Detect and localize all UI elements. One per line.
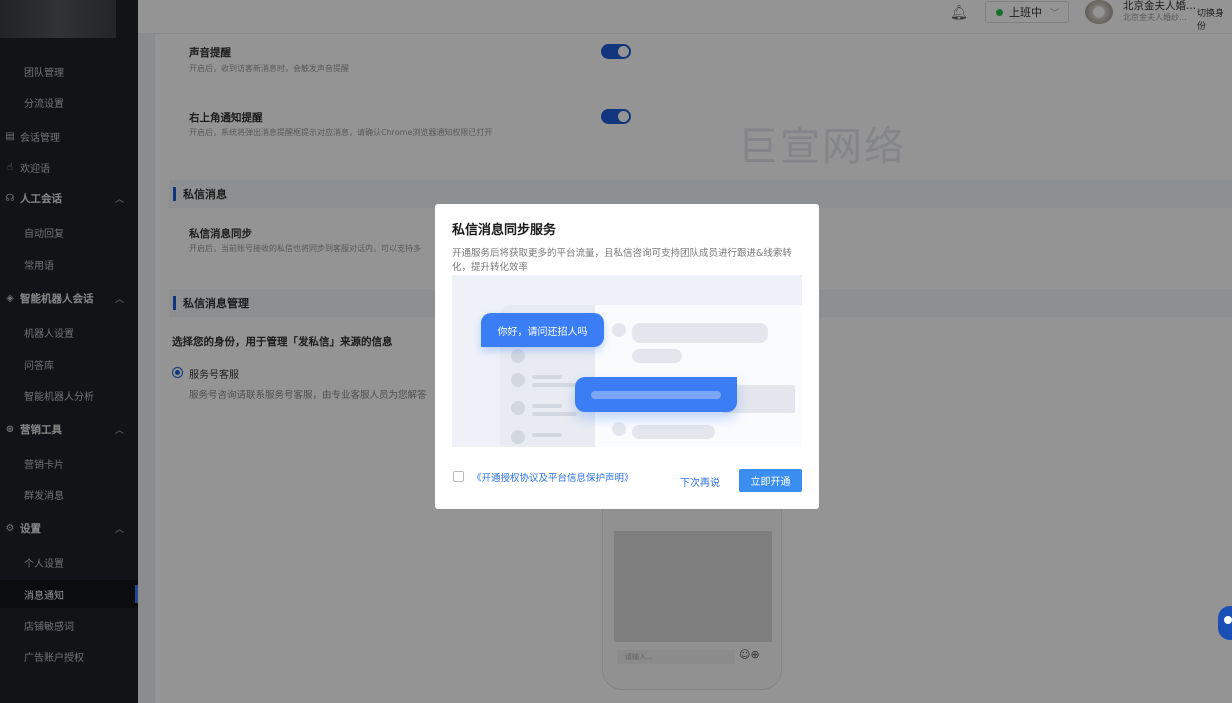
illus-dot xyxy=(511,430,525,444)
agreement-link[interactable]: 《开通授权协议及平台信息保护声明》 xyxy=(472,470,634,484)
dm-sync-service-dialog: 私信消息同步服务 开通服务后将获取更多的平台流量，且私信咨询可支持团队成员进行跟… xyxy=(435,204,819,509)
dialog-description: 开通服务后将获取更多的平台流量，且私信咨询可支持团队成员进行跟进&线索转化，提升… xyxy=(452,248,792,273)
illus-pill xyxy=(632,349,682,363)
illus-line xyxy=(532,433,562,437)
open-now-button[interactable]: 立即开通 xyxy=(739,469,802,492)
illus-line xyxy=(532,375,562,379)
illus-dot xyxy=(511,349,525,363)
illus-pill xyxy=(632,425,715,439)
illus-dot xyxy=(612,422,626,436)
illus-line xyxy=(532,404,562,408)
illus-reply-bubble xyxy=(575,377,737,412)
later-button[interactable]: 下次再说 xyxy=(680,474,720,489)
illus-line xyxy=(532,412,577,416)
dialog-title: 私信消息同步服务 xyxy=(452,223,557,238)
illus-line xyxy=(532,383,577,387)
illus-dot xyxy=(511,401,525,415)
illus-greeting-bubble: 你好，请问还招人吗 xyxy=(481,313,604,347)
agreement-checkbox[interactable] xyxy=(453,471,464,482)
illus-dot xyxy=(612,323,626,337)
robot-assistant-icon[interactable] xyxy=(1218,606,1232,640)
illus-pill xyxy=(632,323,768,343)
dm-illustration: 你好，请问还招人吗 xyxy=(452,275,802,447)
illus-dot xyxy=(511,373,525,387)
